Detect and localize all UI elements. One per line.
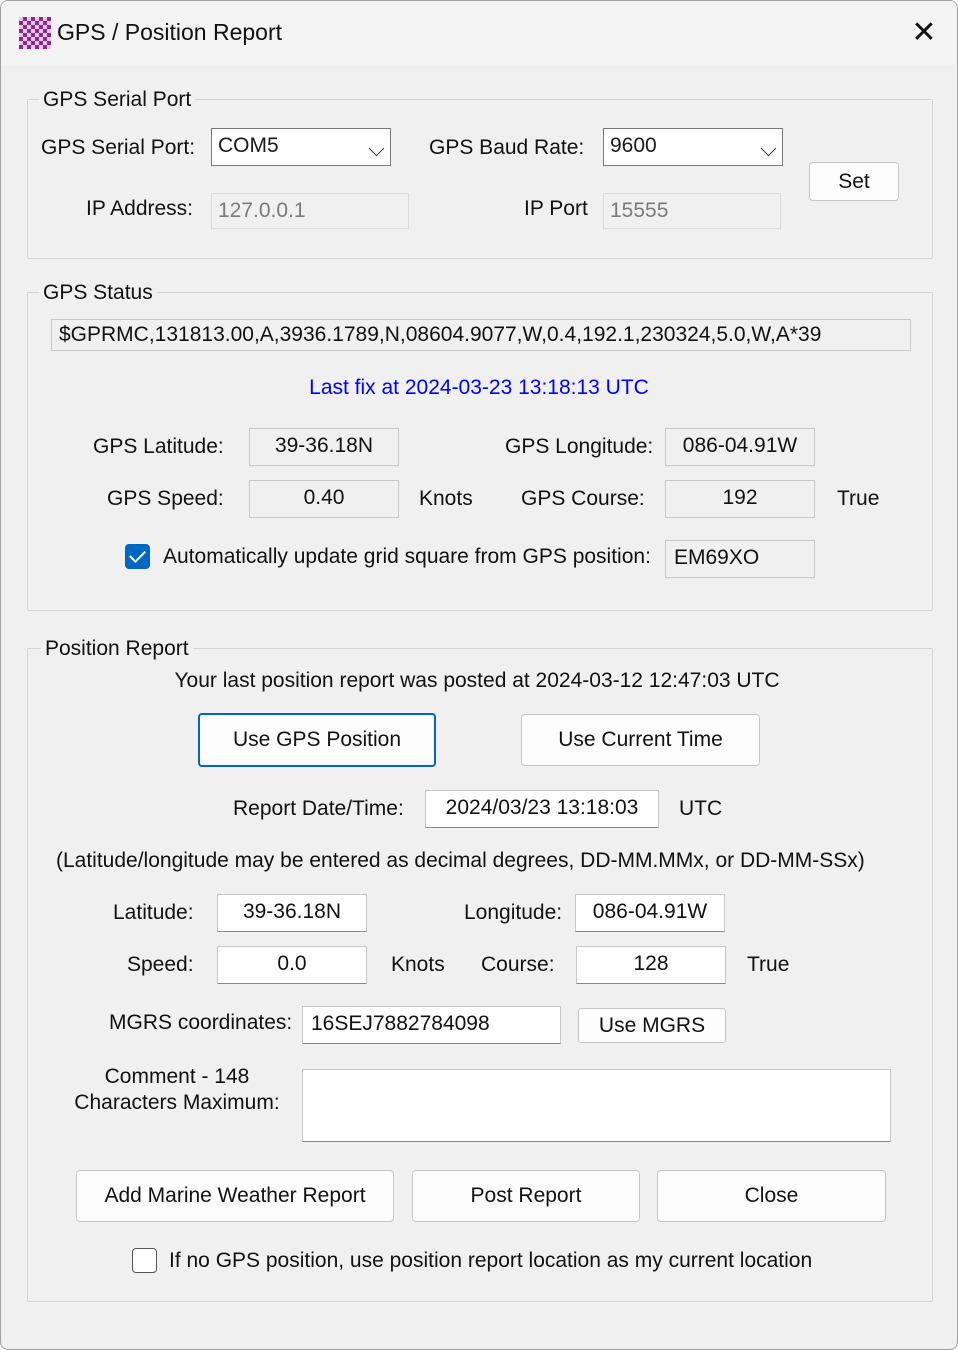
latitude-label: Latitude: xyxy=(113,901,194,924)
use-gps-position-button[interactable]: Use GPS Position xyxy=(198,713,436,767)
ip-port-label: IP Port xyxy=(524,197,588,220)
gps-course-unit: True xyxy=(837,487,880,510)
course-unit: True xyxy=(747,953,790,976)
use-current-time-button[interactable]: Use Current Time xyxy=(521,714,760,766)
chevron-down-icon[interactable] xyxy=(360,129,390,165)
serial-port-value: COM5 xyxy=(218,134,279,157)
report-datetime-label: Report Date/Time: xyxy=(233,797,404,820)
coordinate-format-hint: (Latitude/longitude may be entered as de… xyxy=(56,849,865,872)
baud-rate-combo[interactable]: 9600 xyxy=(603,128,783,166)
close-button[interactable]: Close xyxy=(657,1170,886,1222)
gps-longitude-field: 086-04.91W xyxy=(665,428,815,466)
comment-label-line2: Characters Maximum: xyxy=(74,1091,280,1114)
position-report-legend: Position Report xyxy=(41,637,193,661)
gps-speed-label: GPS Speed: xyxy=(107,487,224,510)
last-fix-text: Last fix at 2024-03-23 13:18:13 UTC xyxy=(309,376,649,399)
report-datetime-unit: UTC xyxy=(679,797,723,820)
ip-address-field[interactable]: 127.0.0.1 xyxy=(211,193,409,229)
gps-latitude-field: 39-36.18N xyxy=(249,428,399,466)
comment-textarea[interactable] xyxy=(302,1069,891,1142)
nmea-sentence-field: $GPRMC,131813.00,A,3936.1789,N,08604.907… xyxy=(51,319,911,351)
serial-port-combo[interactable]: COM5 xyxy=(211,128,391,166)
course-input[interactable]: 128 xyxy=(576,946,726,984)
serial-port-group xyxy=(27,99,933,259)
post-report-button[interactable]: Post Report xyxy=(412,1170,640,1222)
gps-speed-field: 0.40 xyxy=(249,480,399,518)
gps-course-field: 192 xyxy=(665,480,815,518)
window-title: GPS / Position Report xyxy=(57,19,282,45)
gps-status-legend: GPS Status xyxy=(39,281,157,305)
close-icon[interactable]: ✕ xyxy=(901,11,947,55)
add-marine-weather-button[interactable]: Add Marine Weather Report xyxy=(76,1170,394,1222)
ip-port-field[interactable]: 15555 xyxy=(603,193,781,229)
longitude-label: Longitude: xyxy=(464,901,563,924)
course-label: Course: xyxy=(481,953,555,976)
gps-latitude-label: GPS Latitude: xyxy=(93,435,224,458)
mgrs-input[interactable]: 16SEJ7882784098 xyxy=(302,1006,561,1044)
gps-speed-unit: Knots xyxy=(419,487,473,510)
auto-grid-checkbox[interactable] xyxy=(125,544,150,569)
title-bar: GPS / Position Report ✕ xyxy=(1,1,957,65)
serial-port-legend: GPS Serial Port xyxy=(39,88,196,112)
app-icon xyxy=(19,17,51,49)
baud-rate-value: 9600 xyxy=(610,134,657,157)
auto-grid-label: Automatically update grid square from GP… xyxy=(163,545,651,568)
mgrs-label: MGRS coordinates: xyxy=(109,1011,293,1034)
set-button[interactable]: Set xyxy=(809,162,899,201)
latitude-input[interactable]: 39-36.18N xyxy=(217,894,367,932)
gps-position-report-window: GPS / Position Report ✕ GPS Serial Port … xyxy=(0,0,958,1350)
speed-label: Speed: xyxy=(127,953,194,976)
chevron-down-icon[interactable] xyxy=(752,129,782,165)
comment-label-line1: Comment - 148 xyxy=(104,1065,250,1088)
gps-longitude-label: GPS Longitude: xyxy=(505,435,654,458)
grid-square-field: EM69XO xyxy=(665,540,815,578)
last-posted-text: Your last position report was posted at … xyxy=(174,669,780,692)
fallback-location-checkbox[interactable] xyxy=(132,1248,157,1273)
longitude-input[interactable]: 086-04.91W xyxy=(575,894,725,932)
baud-rate-label: GPS Baud Rate: xyxy=(429,136,585,159)
gps-course-label: GPS Course: xyxy=(521,487,645,510)
speed-unit: Knots xyxy=(391,953,445,976)
ip-address-label: IP Address: xyxy=(86,197,194,220)
report-datetime-input[interactable]: 2024/03/23 13:18:03 xyxy=(425,790,659,828)
speed-input[interactable]: 0.0 xyxy=(217,946,367,984)
serial-port-label: GPS Serial Port: xyxy=(41,136,196,159)
use-mgrs-button[interactable]: Use MGRS xyxy=(578,1008,726,1043)
fallback-location-label: If no GPS position, use position report … xyxy=(169,1249,813,1272)
